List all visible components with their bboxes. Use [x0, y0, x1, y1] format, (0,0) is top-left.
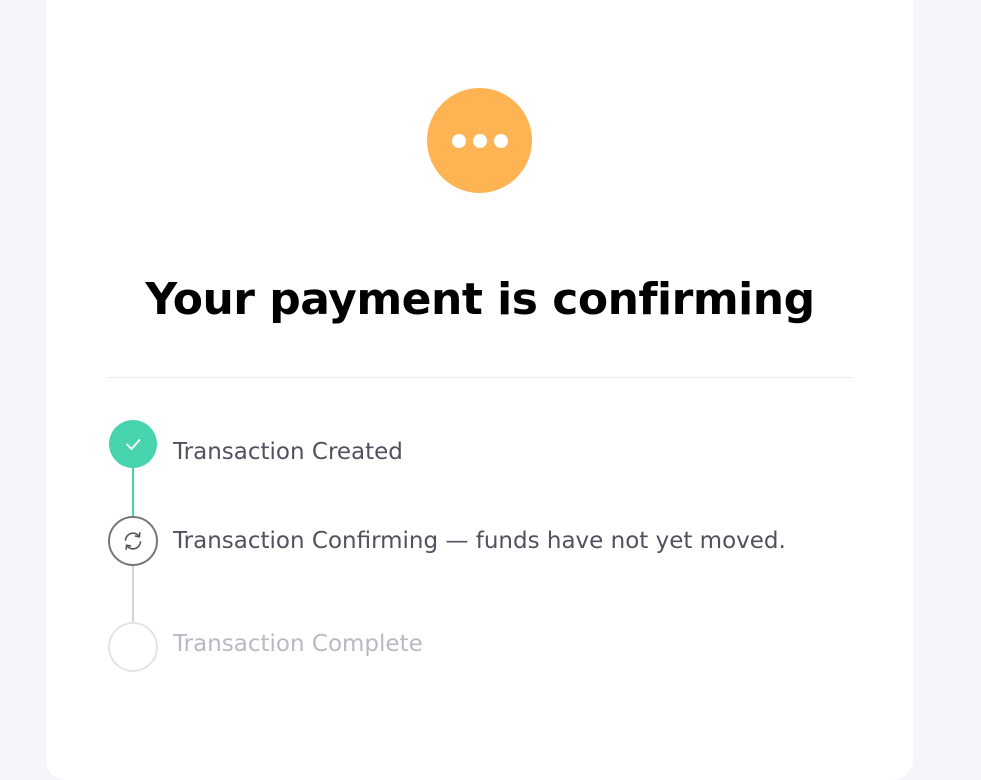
divider [106, 377, 854, 378]
status-badge [427, 88, 532, 193]
empty-circle-icon [108, 622, 158, 672]
status-dot [493, 133, 508, 148]
page-title: Your payment is confirming [145, 274, 815, 325]
step-label-complete: Transaction Complete [173, 631, 423, 657]
step-label-created: Transaction Created [173, 439, 403, 465]
step-connector-done [132, 460, 134, 518]
refresh-icon [108, 516, 158, 566]
status-dot [451, 133, 466, 148]
step-connector-pending [132, 565, 134, 623]
step-label-confirming: Transaction Confirming — funds have not … [173, 528, 786, 554]
status-dot [472, 133, 487, 148]
checkmark-icon [109, 420, 157, 468]
